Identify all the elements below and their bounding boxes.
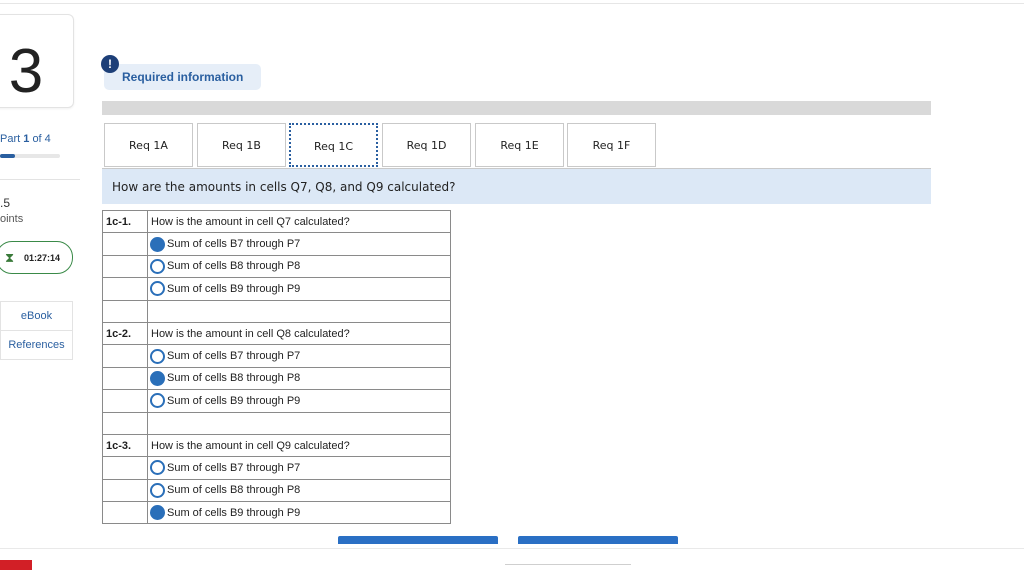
table-row: 1c-3. How is the amount in cell Q9 calcu… xyxy=(102,433,451,458)
answer-option[interactable]: Sum of cells B8 through P8 xyxy=(148,370,450,386)
question-banner: How are the amounts in cells Q7, Q8, and… xyxy=(102,169,931,204)
table-row: Sum of cells B9 through P9 xyxy=(102,501,451,525)
option-label: Sum of cells B8 through P8 xyxy=(167,260,301,273)
option-label: Sum of cells B7 through P7 xyxy=(167,350,301,363)
part-current: 1 xyxy=(23,133,30,145)
part-progress-fill xyxy=(0,154,15,158)
table-row-spacer xyxy=(102,299,451,323)
part-total: of 4 xyxy=(32,133,51,145)
table-row: Sum of cells B9 through P9 xyxy=(102,389,451,413)
item-question: How is the amount in cell Q8 calculated? xyxy=(147,321,451,346)
sidebar-divider xyxy=(0,179,80,180)
question-number: 3 xyxy=(8,37,44,106)
answer-option[interactable]: Sum of cells B9 through P9 xyxy=(148,393,450,409)
answer-option[interactable]: Sum of cells B9 through P9 xyxy=(148,505,450,521)
bottom-control[interactable] xyxy=(505,564,631,568)
tab-req-1d[interactable]: Req 1D xyxy=(382,123,471,167)
option-label: Sum of cells B9 through P9 xyxy=(167,506,301,519)
option-label: Sum of cells B9 through P9 xyxy=(167,394,301,407)
required-info-label: Required information xyxy=(122,70,244,84)
table-row: Sum of cells B8 through P8 xyxy=(102,478,451,503)
tab-req-1f[interactable]: Req 1F xyxy=(567,123,656,167)
part-label: Part xyxy=(0,133,21,145)
question-prompt: How are the amounts in cells Q7, Q8, and… xyxy=(112,180,456,194)
tab-req-1c[interactable]: Req 1C xyxy=(289,123,378,167)
hourglass-icon: ⧗ xyxy=(5,250,15,265)
answer-option[interactable]: Sum of cells B8 through P8 xyxy=(148,258,450,274)
radio-button-selected[interactable] xyxy=(150,236,165,252)
tab-req-1e[interactable]: Req 1E xyxy=(475,123,564,167)
collapsed-info-bar xyxy=(102,101,931,115)
option-label: Sum of cells B8 through P8 xyxy=(167,484,301,497)
tab-req-1b[interactable]: Req 1B xyxy=(197,123,286,167)
top-divider xyxy=(0,3,1024,4)
required-info-banner[interactable]: Required information xyxy=(104,64,261,90)
table-row: Sum of cells B8 through P8 xyxy=(102,254,451,279)
part-progress-bar xyxy=(0,154,60,158)
option-label: Sum of cells B8 through P8 xyxy=(167,372,301,385)
answer-option[interactable]: Sum of cells B7 through P7 xyxy=(148,236,450,252)
item-question: How is the amount in cell Q9 calculated? xyxy=(147,433,451,458)
points-value: .5 xyxy=(0,196,11,210)
item-id: 1c-2. xyxy=(102,321,148,346)
table-row-spacer xyxy=(102,411,451,435)
radio-button-selected[interactable] xyxy=(150,370,165,386)
answer-option[interactable]: Sum of cells B7 through P7 xyxy=(148,460,450,476)
option-label: Sum of cells B9 through P9 xyxy=(167,282,301,295)
item-id: 1c-3. xyxy=(102,433,148,458)
answer-option[interactable]: Sum of cells B7 through P7 xyxy=(148,348,450,364)
radio-button[interactable] xyxy=(150,348,165,364)
table-row: Sum of cells B8 through P8 xyxy=(102,366,451,391)
radio-button[interactable] xyxy=(150,258,165,274)
table-row: 1c-2. How is the amount in cell Q8 calcu… xyxy=(102,321,451,346)
table-row: Sum of cells B9 through P9 xyxy=(102,277,451,301)
tab-req-1a[interactable]: Req 1A xyxy=(104,123,193,167)
answer-table: 1c-1. How is the amount in cell Q7 calcu… xyxy=(102,209,451,525)
prev-requirement-button[interactable] xyxy=(338,536,498,544)
points-label: oints xyxy=(0,213,24,225)
radio-button[interactable] xyxy=(150,281,165,297)
option-label: Sum of cells B7 through P7 xyxy=(167,461,301,474)
radio-button[interactable] xyxy=(150,393,165,409)
next-requirement-button[interactable] xyxy=(518,536,678,544)
answer-option[interactable]: Sum of cells B8 through P8 xyxy=(148,482,450,498)
references-button[interactable]: References xyxy=(0,330,73,360)
timer-badge[interactable]: ⧗ 01:27:14 xyxy=(0,241,73,274)
table-row: Sum of cells B7 through P7 xyxy=(102,456,451,480)
table-row: Sum of cells B7 through P7 xyxy=(102,232,451,256)
item-id: 1c-1. xyxy=(102,209,148,234)
alert-icon: ! xyxy=(101,55,119,73)
timer-value: 01:27:14 xyxy=(24,253,61,263)
part-indicator: Part 1 of 4 xyxy=(0,133,51,145)
table-row: 1c-1. How is the amount in cell Q7 calcu… xyxy=(102,209,451,234)
radio-button[interactable] xyxy=(150,460,165,476)
option-label: Sum of cells B7 through P7 xyxy=(167,238,301,251)
question-number-card: 3 xyxy=(0,14,74,108)
ebook-button[interactable]: eBook xyxy=(0,301,73,331)
item-question: How is the amount in cell Q7 calculated? xyxy=(147,209,451,234)
table-row: Sum of cells B7 through P7 xyxy=(102,344,451,368)
radio-button-selected[interactable] xyxy=(150,505,165,521)
radio-button[interactable] xyxy=(150,482,165,498)
bottom-divider xyxy=(0,548,1024,549)
answer-option[interactable]: Sum of cells B9 through P9 xyxy=(148,281,450,297)
brand-logo xyxy=(0,560,32,570)
